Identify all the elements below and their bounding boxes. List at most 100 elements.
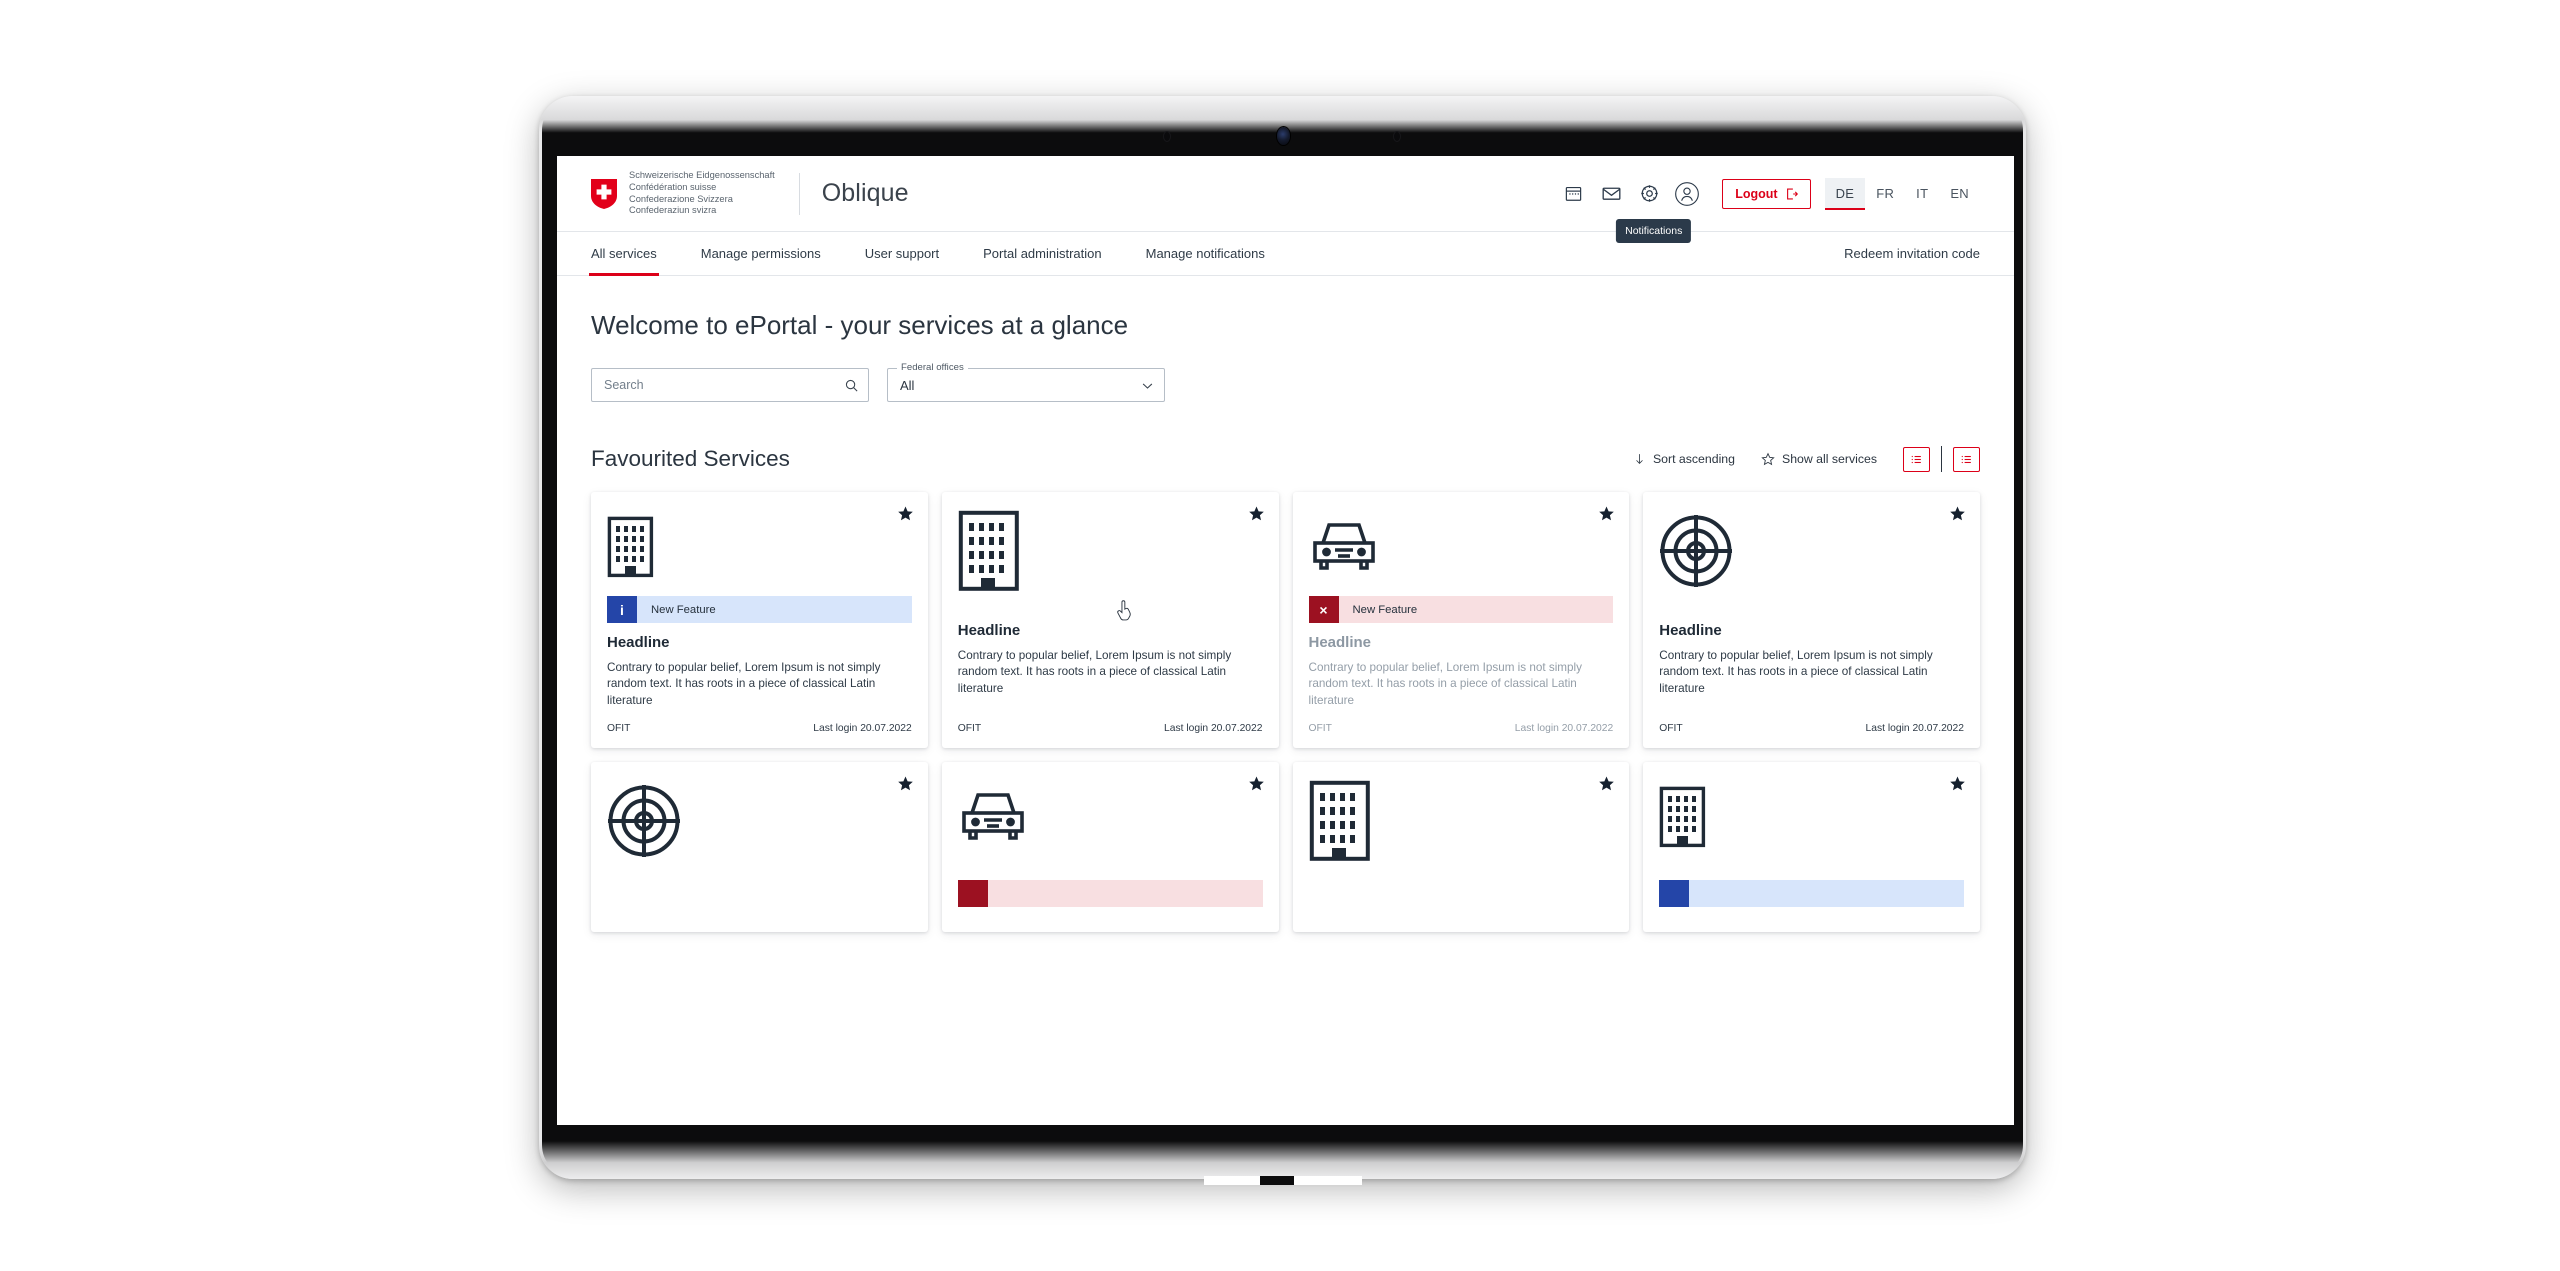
- user-avatar-icon[interactable]: [1668, 175, 1706, 213]
- sort-ascending-button[interactable]: Sort ascending: [1633, 452, 1735, 466]
- card-last-login: Last login 20.07.2022: [1865, 722, 1964, 734]
- arrow-down-icon: [1636, 454, 1643, 465]
- brand-line-it: Confederazione Svizzera: [629, 193, 733, 204]
- header-actions: Notifications Logout DE FR IT EN: [1554, 175, 1980, 243]
- service-card[interactable]: [591, 761, 928, 932]
- nav-item-redeem-invitation-code[interactable]: Redeem invitation code: [1844, 232, 1980, 275]
- star-filled-icon[interactable]: [897, 775, 914, 792]
- service-card[interactable]: Headline Contrary to popular belief, Lor…: [941, 492, 1279, 748]
- card-body-text: Contrary to popular belief, Lorem Ipsum …: [1308, 661, 1582, 707]
- logout-arrow-icon: [1786, 187, 1798, 200]
- list-icon: [1911, 455, 1921, 463]
- hand-cursor-icon: [1117, 600, 1131, 621]
- nav-item-manage-notifications[interactable]: Manage notifications: [1146, 232, 1265, 275]
- sensor-left-icon: [1163, 132, 1170, 141]
- card-badge: × New Feature: [1308, 596, 1614, 623]
- card-badge-label: [1689, 879, 1964, 907]
- search-input[interactable]: [604, 378, 844, 392]
- main-navigation: All services Manage permissions User sup…: [557, 232, 2014, 276]
- page-content: Welcome to ePortal - your services at a …: [557, 276, 2014, 972]
- search-icon[interactable]: [844, 378, 859, 393]
- star-filled-icon[interactable]: [1248, 505, 1265, 522]
- card-office: OFIT: [1659, 722, 1683, 734]
- star-filled-icon[interactable]: [1248, 775, 1265, 792]
- chevron-down-icon[interactable]: [1140, 378, 1155, 393]
- card-office: OFIT: [957, 722, 982, 734]
- logout-button[interactable]: Logout: [1722, 178, 1811, 209]
- card-headline: Headline: [957, 622, 1021, 639]
- browser-screen: Schweizerische Eidgenossenschaft Confédé…: [557, 156, 2014, 1125]
- target-icon: [1659, 508, 1964, 594]
- target-icon: [607, 778, 912, 864]
- card-last-login: Last login 20.07.2022: [813, 722, 912, 734]
- star-filled-icon[interactable]: [1598, 775, 1615, 792]
- sensor-right-icon: [1393, 132, 1400, 141]
- brand-line-de: Schweizerische Eidgenossenschaft: [629, 170, 775, 181]
- service-card[interactable]: i New Feature Headline Contrary to popul…: [591, 492, 928, 748]
- card-badge: [957, 879, 1263, 907]
- nav-item-portal-administration[interactable]: Portal administration: [983, 232, 1102, 275]
- star-filled-icon[interactable]: [1598, 505, 1615, 522]
- inbox-icon[interactable]: [1592, 175, 1630, 213]
- confederation-names: Schweizerische Eidgenossenschaft Confédé…: [629, 170, 775, 216]
- lang-en[interactable]: EN: [1939, 178, 1980, 210]
- card-footer: OFIT Last login 20.07.2022: [1659, 709, 1964, 734]
- star-filled-icon[interactable]: [897, 505, 914, 522]
- building-icon: [607, 508, 912, 586]
- list-view-compact-button[interactable]: [1903, 446, 1930, 472]
- card-badge-label: [987, 879, 1263, 907]
- lang-fr[interactable]: FR: [1865, 178, 1905, 210]
- card-last-login: Last login 20.07.2022: [1164, 722, 1263, 734]
- brand-block: Schweizerische Eidgenossenschaft Confédé…: [591, 170, 909, 216]
- front-camera-icon: [1276, 127, 1290, 145]
- card-office: OFIT: [607, 722, 631, 734]
- service-card[interactable]: [941, 761, 1279, 932]
- list-icon: [1961, 455, 1971, 463]
- star-filled-icon[interactable]: [1949, 505, 1966, 522]
- car-icon: [958, 778, 1263, 856]
- show-all-services-label: Show all services: [1782, 452, 1877, 466]
- nav-item-manage-permissions[interactable]: Manage permissions: [701, 232, 821, 275]
- brand-line-rm: Confederaziun svizra: [629, 205, 717, 216]
- nav-item-user-support[interactable]: User support: [865, 232, 939, 275]
- screenshot-canvas: Schweizerische Eidgenossenschaft Confédé…: [0, 0, 2560, 1271]
- swiss-cross-shield-icon: [591, 178, 617, 209]
- lang-de[interactable]: DE: [1824, 177, 1866, 210]
- service-card[interactable]: [1643, 761, 1980, 932]
- filters-row: Federal offices All: [591, 362, 1980, 402]
- card-office: OFIT: [1308, 722, 1332, 734]
- calendar-icon[interactable]: [1554, 175, 1592, 213]
- federal-offices-select[interactable]: Federal offices All: [887, 362, 1165, 402]
- service-card[interactable]: Headline Contrary to popular belief, Lor…: [1643, 492, 1980, 748]
- section-tools: Sort ascending Show all services: [1633, 446, 1980, 472]
- card-last-login: Last login 20.07.2022: [1514, 722, 1614, 734]
- federal-offices-label: Federal offices: [897, 362, 968, 373]
- app-header: Schweizerische Eidgenossenschaft Confédé…: [557, 156, 2014, 243]
- services-grid-row-1: i New Feature Headline Contrary to popul…: [591, 492, 1980, 788]
- brand-line-fr: Confédération suisse: [629, 181, 717, 192]
- brand-divider: [798, 172, 800, 215]
- lang-it[interactable]: IT: [1905, 178, 1939, 210]
- show-all-services-button[interactable]: Show all services: [1761, 452, 1877, 466]
- toggle-divider: [1941, 446, 1942, 472]
- language-switcher: DE FR IT EN: [1824, 177, 1980, 210]
- gear-icon[interactable]: Notifications: [1616, 175, 1692, 243]
- building-icon: [958, 508, 1263, 594]
- list-view-detailed-button[interactable]: [1953, 446, 1980, 472]
- card-headline: Headline: [1659, 622, 1722, 639]
- close-icon: [957, 879, 988, 907]
- federal-offices-value: All: [900, 377, 915, 393]
- star-outline-icon: [1761, 452, 1775, 466]
- search-field[interactable]: [591, 368, 869, 402]
- service-card[interactable]: [1292, 761, 1630, 932]
- card-badge-label: New Feature: [1338, 596, 1614, 623]
- nav-item-all-services[interactable]: All services: [589, 232, 659, 276]
- device-bottom-notch: [1203, 1176, 1362, 1185]
- card-footer: OFIT Last login 20.07.2022: [607, 709, 912, 734]
- page-title: Welcome to ePortal - your services at a …: [591, 310, 1129, 340]
- building-icon: [1659, 778, 1964, 856]
- star-filled-icon[interactable]: [1949, 775, 1966, 792]
- card-headline: Headline: [607, 634, 670, 651]
- card-body-text: Contrary to popular belief, Lorem Ipsum …: [607, 661, 881, 707]
- service-card[interactable]: × New Feature Headline Contrary to popul…: [1292, 492, 1630, 748]
